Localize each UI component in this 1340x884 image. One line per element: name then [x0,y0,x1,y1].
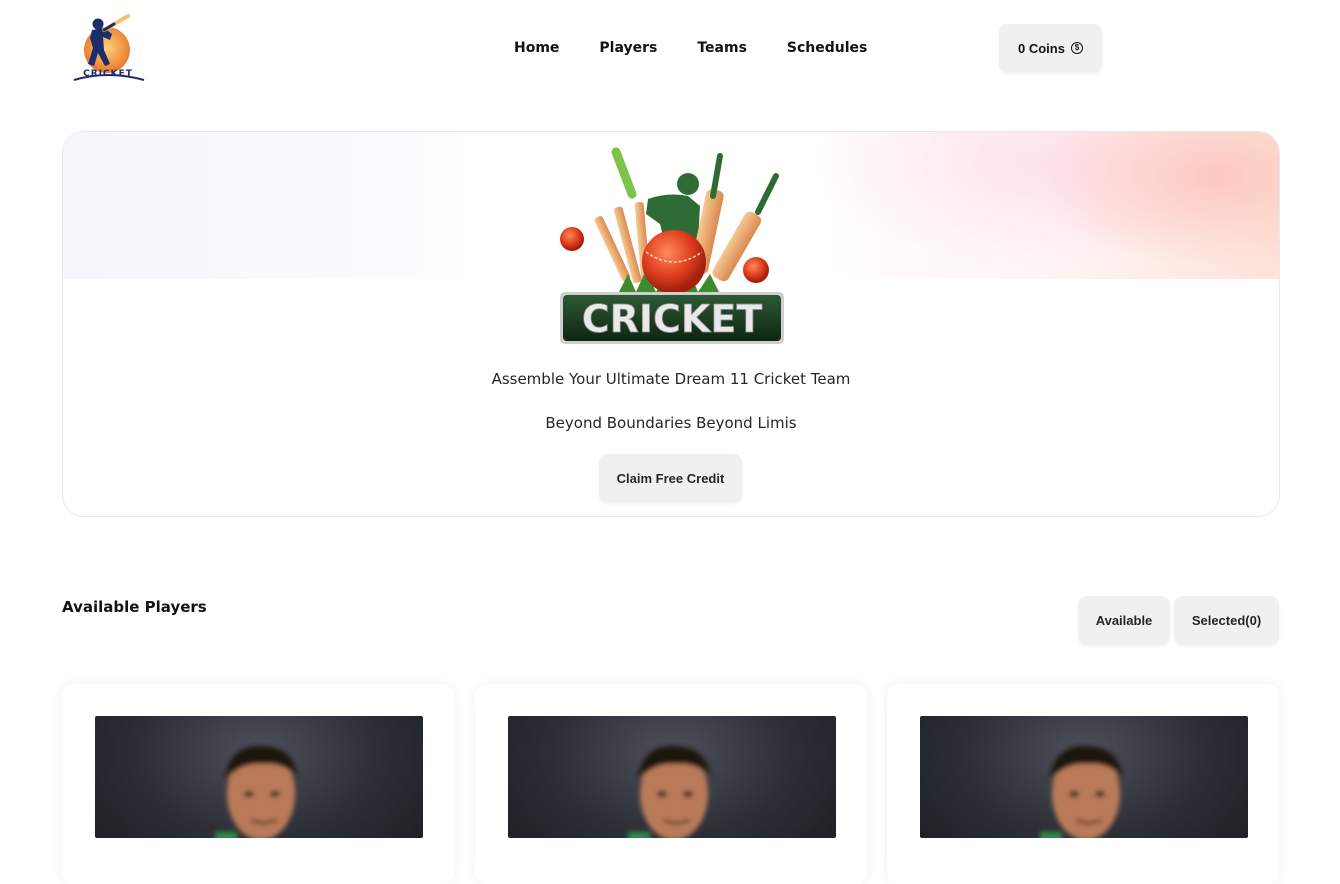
player-card[interactable] [887,684,1279,884]
logo-text: CRICKET [83,69,133,79]
player-card[interactable] [62,684,454,884]
player-photo [508,716,836,838]
selected-tab-button[interactable]: Selected(0) [1174,596,1279,644]
cricket-banner-image: CRICKET [548,144,788,349]
main-nav: Home Players Teams Schedules [514,38,907,58]
banner-logo-text: CRICKET [582,297,763,341]
player-card[interactable] [475,684,867,884]
nav-link-schedules[interactable]: Schedules [787,38,867,58]
section-title: Available Players [62,598,207,616]
cricket-emblem-icon: CRICKET [560,147,784,344]
player-view-toggle: Available Selected(0) [1078,596,1279,644]
available-tab-button[interactable]: Available [1078,596,1170,644]
site-logo[interactable]: CRICKET [70,10,146,86]
coins-label: 0 Coins [1018,40,1065,56]
player-portrait-image [215,745,297,838]
nav-link-home[interactable]: Home [514,38,559,58]
claim-free-credit-button[interactable]: Claim Free Credit [599,454,742,502]
player-photo [95,716,423,838]
cricket-logo-icon: CRICKET [73,14,145,81]
dollar-coin-icon: $ [1070,42,1083,54]
player-portrait-image [1040,745,1122,838]
banner-title: Assemble Your Ultimate Dream 11 Cricket … [491,370,851,388]
nav-link-teams[interactable]: Teams [697,38,747,58]
banner-subtitle: Beyond Boundaries Beyond Limis [545,414,797,432]
hero-banner: CRICKET Assemble Your Ultimate Dream 11 … [62,131,1280,517]
navbar: CRICKET Home Players Teams Schedules 0 C… [0,0,1340,96]
coins-button[interactable]: 0 Coins $ [999,24,1102,72]
nav-link-players[interactable]: Players [599,38,657,58]
player-photo [920,716,1248,838]
player-portrait-image [628,745,710,838]
